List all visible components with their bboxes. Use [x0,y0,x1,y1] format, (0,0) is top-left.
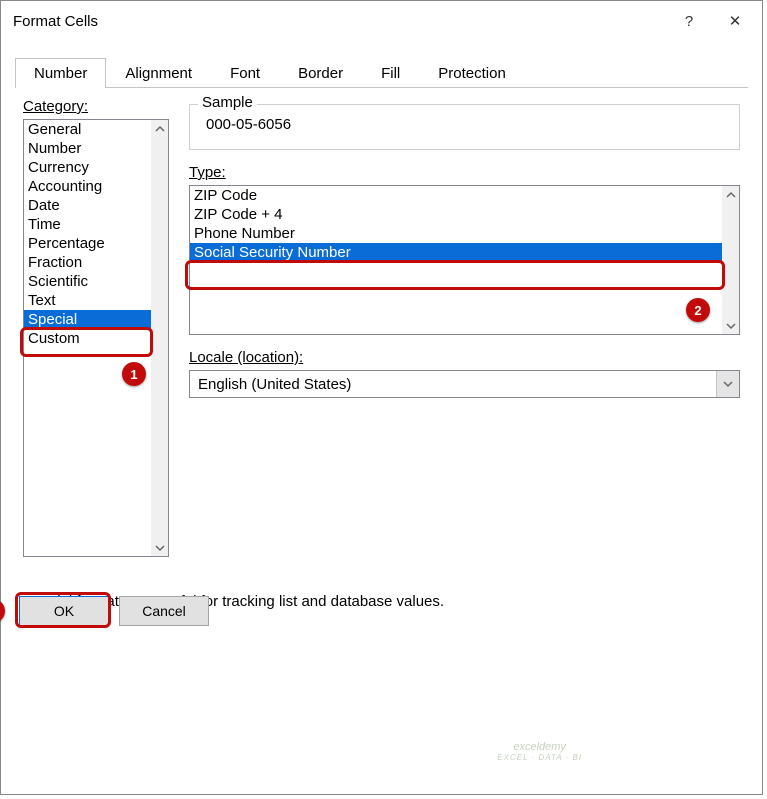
help-button[interactable]: ? [666,5,712,37]
type-item-ssn[interactable]: Social Security Number [190,243,722,262]
category-item[interactable]: Text [24,291,151,310]
category-item[interactable]: Fraction [24,253,151,272]
watermark-sub: EXCEL · DATA · BI [497,753,582,762]
tab-number[interactable]: Number [15,58,106,88]
cancel-button[interactable]: Cancel [119,596,209,626]
category-item[interactable]: Accounting [24,177,151,196]
dialog-buttons: 3 OK Cancel [0,596,742,626]
type-label: Type: [189,164,740,181]
category-item[interactable]: Date [24,196,151,215]
type-item[interactable]: ZIP Code + 4 [190,205,722,224]
type-item[interactable]: Phone Number [190,224,722,243]
tab-border[interactable]: Border [279,58,362,88]
tab-alignment[interactable]: Alignment [106,58,211,88]
category-item[interactable]: General [24,120,151,139]
category-scrollbar[interactable] [151,120,168,556]
locale-dropdown[interactable]: English (United States) [189,370,740,398]
category-item[interactable]: Scientific [24,272,151,291]
sample-value: 000-05-6056 [190,116,739,149]
scroll-down-icon[interactable] [151,539,168,556]
scroll-track[interactable] [722,203,739,317]
locale-label: Locale (location): [189,349,740,366]
tab-font[interactable]: Font [211,58,279,88]
scroll-track[interactable] [151,137,168,539]
category-item[interactable]: Currency [24,158,151,177]
tab-strip: Number Alignment Font Border Fill Protec… [15,57,748,88]
type-item[interactable]: ZIP Code [190,186,722,205]
category-listbox[interactable]: General Number Currency Accounting Date … [23,119,169,557]
type-scrollbar[interactable] [722,186,739,334]
tab-protection[interactable]: Protection [419,58,525,88]
locale-value: English (United States) [190,376,716,393]
scroll-up-icon[interactable] [722,186,739,203]
watermark-name: exceldemy [497,741,582,753]
type-listbox[interactable]: ZIP Code ZIP Code + 4 Phone Number Socia… [189,185,740,335]
sample-group: Sample 000-05-6056 [189,104,740,150]
tab-fill[interactable]: Fill [362,58,419,88]
callout-badge-3: 3 [0,599,5,623]
category-label: Category: [23,98,169,115]
watermark: exceldemy EXCEL · DATA · BI [497,741,582,762]
category-item[interactable]: Number [24,139,151,158]
scroll-down-icon[interactable] [722,317,739,334]
category-item-special[interactable]: Special [24,310,151,329]
chevron-down-icon[interactable] [716,371,739,397]
scroll-up-icon[interactable] [151,120,168,137]
sample-label: Sample [198,94,257,111]
category-item[interactable]: Percentage [24,234,151,253]
titlebar: Format Cells ? ✕ [1,1,762,41]
category-item[interactable]: Time [24,215,151,234]
format-cells-dialog: Format Cells ? ✕ Number Alignment Font B… [0,0,763,795]
ok-button[interactable]: OK [19,596,109,626]
dialog-title: Format Cells [13,13,666,30]
category-item[interactable]: Custom [24,329,151,348]
close-button[interactable]: ✕ [712,5,758,37]
